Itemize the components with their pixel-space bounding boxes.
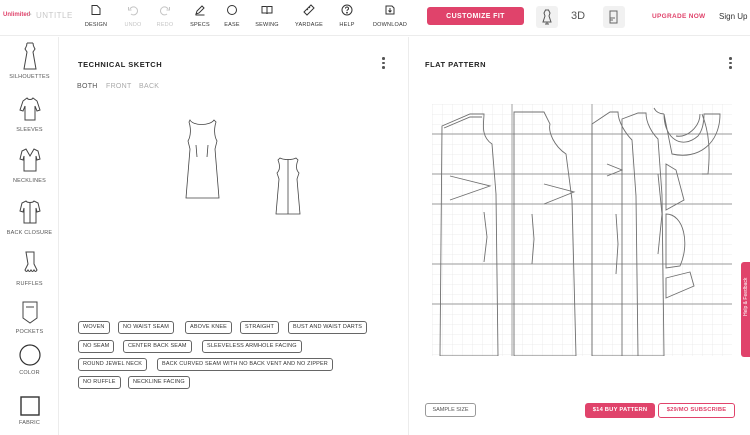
flat-pattern-canvas <box>432 104 732 356</box>
design-sidebar: SILHOUETTES SLEEVES NECKLINES BACK CLOSU… <box>0 37 59 435</box>
help-icon <box>341 4 353 16</box>
subscribe-button[interactable]: $29/MO SUBSCRIBE <box>658 403 735 418</box>
sample-size-button[interactable]: SAMPLE SIZE <box>425 403 476 417</box>
silhouette-icon <box>22 42 37 70</box>
spec-tag[interactable]: NO SEAM <box>78 340 115 353</box>
feedback-side-tab-label: Help & Feedback <box>743 277 749 316</box>
spec-tag[interactable]: ABOVE KNEE <box>185 321 232 334</box>
spec-tag[interactable]: CENTER BACK SEAM <box>123 340 192 353</box>
sidebar-item-color[interactable]: COLOR <box>0 343 59 376</box>
design-title[interactable]: UNTITLE <box>36 11 73 20</box>
measure-tape-icon <box>609 10 618 24</box>
panel-divider <box>408 37 409 435</box>
ruler-icon <box>303 4 315 16</box>
front-dress-sketch <box>185 119 220 199</box>
breadcrumb-separator: > <box>27 10 32 19</box>
tab-both[interactable]: BOTH <box>77 83 98 90</box>
sidebar-item-pockets[interactable]: POCKETS <box>0 300 59 335</box>
toolbar-help-button[interactable]: HELP <box>329 4 365 34</box>
sidebar-item-ruffles[interactable]: RUFFLES <box>0 250 59 287</box>
spec-tag[interactable]: BUST AND WAIST DARTS <box>288 321 368 334</box>
redo-icon <box>160 6 170 16</box>
pocket-icon <box>22 301 37 324</box>
dress-form-button[interactable] <box>536 6 558 28</box>
book-icon <box>261 6 273 15</box>
ruffle-icon <box>23 251 38 272</box>
top-bar: Unlimited > UNTITLE DESIGN UNDO REDO SPE… <box>0 0 750 36</box>
technical-sketch-title: TECHNICAL SKETCH <box>78 60 163 69</box>
dress-form-icon <box>542 9 552 25</box>
toolbar-undo-button[interactable]: UNDO <box>115 4 151 34</box>
toolbar-specs-button[interactable]: SPECS <box>182 4 218 34</box>
neckline-icon <box>18 148 41 172</box>
spec-tag[interactable]: NO RUFFLE <box>78 376 121 389</box>
back-closure-icon <box>18 200 41 224</box>
spec-tag[interactable]: SLEEVELESS ARMHOLE FACING <box>202 340 302 353</box>
toolbar-sewing-button[interactable]: SEWING <box>249 4 285 34</box>
design-icon <box>91 5 101 15</box>
toolbar-design-button[interactable]: DESIGN <box>78 4 114 34</box>
sleeve-icon <box>18 97 41 121</box>
pencil-icon <box>195 5 205 16</box>
measurement-button[interactable] <box>603 6 625 28</box>
upgrade-now-link[interactable]: UPGRADE NOW <box>652 13 706 20</box>
buy-pattern-button[interactable]: $14 BUY PATTERN <box>585 403 655 418</box>
toolbar-ease-button[interactable]: EASE <box>214 4 250 34</box>
fabric-square-icon <box>19 396 40 416</box>
spec-tag[interactable]: NECKLINE FACING <box>128 376 190 389</box>
undo-icon <box>128 6 138 16</box>
back-dress-sketch <box>275 157 301 215</box>
sidebar-item-sleeves[interactable]: SLEEVES <box>0 96 59 133</box>
color-circle-icon <box>18 344 41 366</box>
toolbar-redo-button[interactable]: REDO <box>147 4 183 34</box>
tab-back[interactable]: BACK <box>139 83 159 90</box>
tab-front[interactable]: FRONT <box>106 83 132 90</box>
sidebar-item-silhouettes[interactable]: SILHOUETTES <box>0 41 59 80</box>
circle-icon <box>227 5 237 15</box>
spec-tag[interactable]: NO WAIST SEAM <box>118 321 174 334</box>
sign-up-link[interactable]: Sign Up <box>719 12 747 21</box>
view-3d-button[interactable]: 3D <box>571 10 585 22</box>
sketch-menu-icon[interactable] <box>382 57 386 71</box>
sidebar-item-back-closure[interactable]: BACK CLOSURE <box>0 199 59 236</box>
spec-tag[interactable]: BACK CURVED SEAM WITH NO BACK VENT AND N… <box>157 358 333 371</box>
spec-tag[interactable]: ROUND JEWEL NECK <box>78 358 148 371</box>
toolbar-yardage-button[interactable]: YARDAGE <box>291 4 327 34</box>
feedback-side-tab[interactable]: Help & Feedback <box>741 262 750 357</box>
spec-tag[interactable]: STRAIGHT <box>240 321 280 334</box>
customize-fit-button[interactable]: CUSTOMIZE FIT <box>427 7 524 25</box>
sidebar-item-fabric[interactable]: FABRIC <box>0 395 59 426</box>
spec-tag[interactable]: WOVEN <box>78 321 110 334</box>
sidebar-item-necklines[interactable]: NECKLINES <box>0 147 59 184</box>
toolbar-download-button[interactable]: DOWNLOAD <box>369 4 411 34</box>
flat-pattern-title: FLAT PATTERN <box>425 60 486 69</box>
download-icon <box>385 5 395 15</box>
pattern-menu-icon[interactable] <box>729 57 733 71</box>
